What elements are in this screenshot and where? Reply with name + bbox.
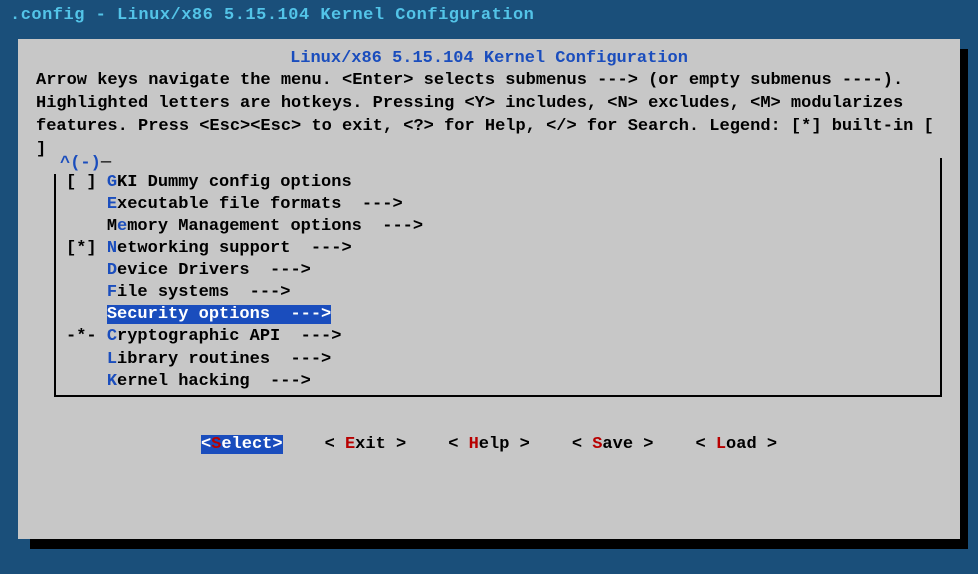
button-save[interactable]: < Save > (572, 435, 654, 454)
menu-list: [ ] GKI Dummy config options Executable … (66, 172, 936, 393)
window-title: .config - Linux/x86 5.15.104 Kernel Conf… (0, 0, 978, 31)
menu-item-9[interactable]: Kernel hacking ---> (66, 371, 936, 393)
button-row: <Select> < Exit > < Help > < Save > < Load > (32, 435, 946, 454)
button-select[interactable]: <Select> (201, 435, 283, 454)
menuconfig-dialog: Linux/x86 5.15.104 Kernel Configuration … (18, 39, 960, 539)
menu-item-2[interactable]: Memory Management options ---> (66, 216, 936, 238)
menu-item-4[interactable]: Device Drivers ---> (66, 260, 936, 282)
button-exit[interactable]: < Exit > (325, 435, 407, 454)
menu-item-1[interactable]: Executable file formats ---> (66, 194, 936, 216)
scroll-up-indicator: ^(-)─ (60, 154, 111, 173)
menu-item-8[interactable]: Library routines ---> (66, 349, 936, 371)
menu-item-6[interactable]: Security options ---> (66, 304, 936, 326)
menu-item-7[interactable]: -*- Cryptographic API ---> (66, 326, 936, 348)
menu-box: ^(-)─ [ ] GKI Dummy config options Execu… (32, 166, 946, 403)
dialog-title: Linux/x86 5.15.104 Kernel Configuration (32, 47, 946, 70)
menu-item-5[interactable]: File systems ---> (66, 282, 936, 304)
button-help[interactable]: < Help > (448, 435, 530, 454)
menu-item-3[interactable]: [*] Networking support ---> (66, 238, 936, 260)
help-text: Arrow keys navigate the menu. <Enter> se… (32, 70, 946, 162)
menu-item-0[interactable]: [ ] GKI Dummy config options (66, 172, 936, 194)
button-load[interactable]: < Load > (695, 435, 777, 454)
